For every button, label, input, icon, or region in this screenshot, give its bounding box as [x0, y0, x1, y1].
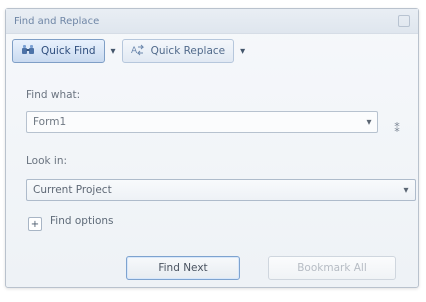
expression-builder-icon[interactable]: ⁑: [390, 121, 404, 135]
find-next-button[interactable]: Find Next: [126, 256, 240, 280]
mode-toolbar: Quick Find ▾ A Quick Replace ▾: [12, 39, 245, 63]
find-what-input[interactable]: Form1 ▾: [26, 111, 378, 133]
look-in-value: Current Project: [33, 184, 112, 196]
chevron-down-icon[interactable]: ▾: [397, 180, 415, 200]
binoculars-icon: [21, 44, 35, 59]
look-in-label: Look in:: [26, 155, 68, 167]
quick-find-button[interactable]: Quick Find: [12, 39, 105, 63]
svg-text:A: A: [131, 46, 138, 56]
bookmark-all-label: Bookmark All: [297, 262, 367, 274]
find-history-dropdown-icon[interactable]: ▾: [361, 112, 377, 132]
pin-icon[interactable]: [398, 15, 410, 27]
find-what-label: Find what:: [26, 89, 81, 101]
quick-replace-label: Quick Replace: [150, 45, 226, 57]
title-bar: Find and Replace: [6, 9, 418, 34]
replace-icon: A: [131, 44, 145, 59]
find-what-value: Form1: [33, 116, 67, 128]
find-options-label[interactable]: Find options: [50, 215, 114, 227]
find-next-label: Find Next: [158, 262, 208, 274]
quick-replace-button[interactable]: A Quick Replace: [121, 39, 235, 63]
quick-find-dropdown-icon[interactable]: ▾: [111, 46, 116, 57]
quick-find-label: Quick Find: [41, 45, 96, 57]
bookmark-all-button[interactable]: Bookmark All: [268, 256, 396, 280]
expand-options-icon[interactable]: +: [28, 217, 42, 231]
quick-replace-dropdown-icon[interactable]: ▾: [240, 46, 245, 57]
window-title: Find and Replace: [14, 15, 100, 27]
find-replace-window: Find and Replace Quick Find ▾ A Quick Re…: [5, 8, 419, 288]
look-in-dropdown[interactable]: Current Project ▾: [26, 179, 416, 201]
